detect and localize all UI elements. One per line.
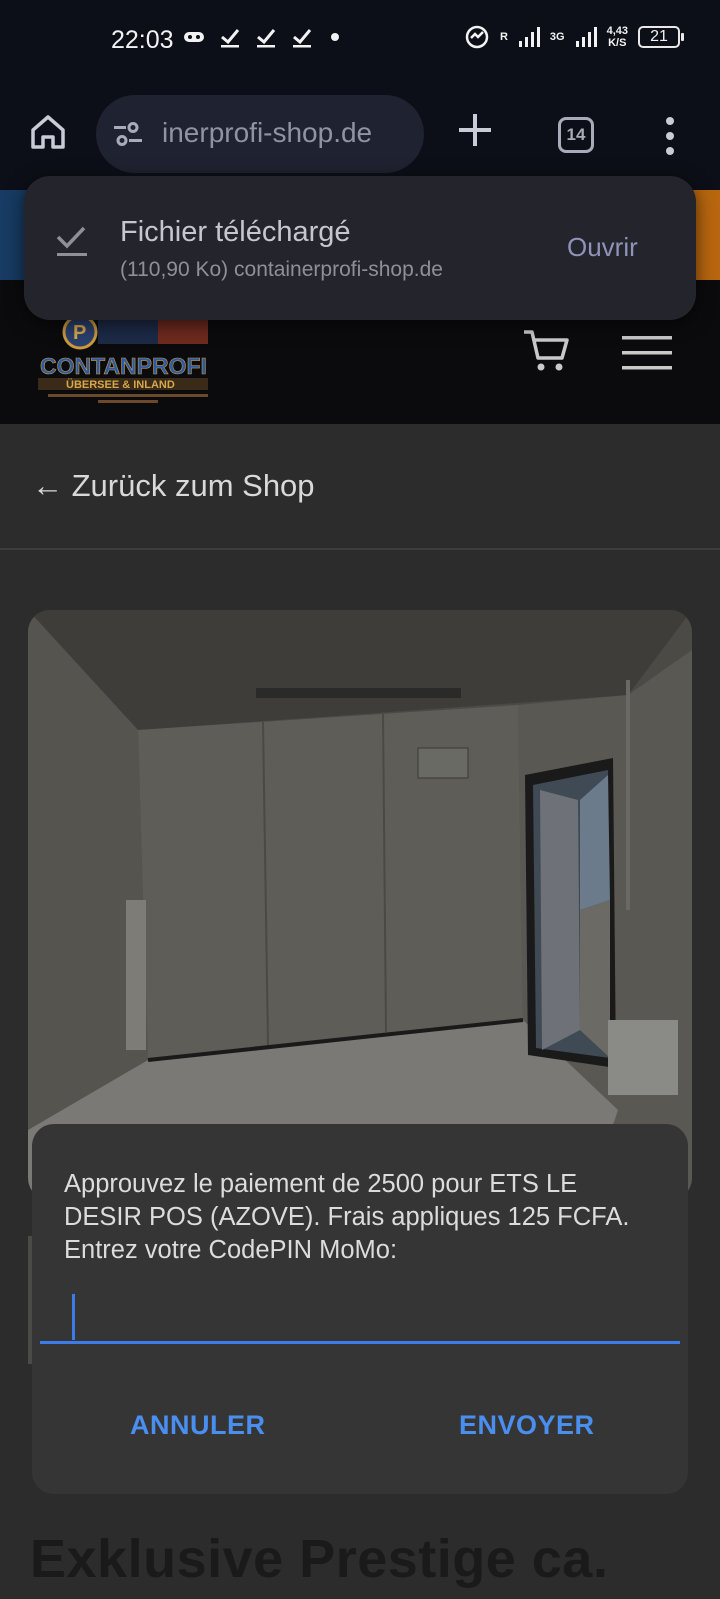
pin-input[interactable] <box>40 1288 680 1344</box>
svg-text:P: P <box>73 322 86 344</box>
gamepad-icon <box>184 32 204 42</box>
status-bar: 22:03 R 3G 4,43 K/S 21 <box>0 0 720 80</box>
data-saver-icon <box>465 25 489 49</box>
network-3g-label: 3G <box>549 31 565 43</box>
network-speed: 4,43 K/S <box>607 25 628 49</box>
browser-toolbar: inerprofi-shop.de 14 <box>0 80 720 190</box>
payment-pin-dialog: Approuvez le paiement de 2500 pour ETS L… <box>32 1124 688 1494</box>
text-cursor <box>72 1294 75 1340</box>
more-menu-icon[interactable] <box>665 116 675 156</box>
cancel-button[interactable]: ANNULER <box>130 1410 266 1441</box>
signal-icon <box>575 27 597 47</box>
network-speed-unit: K/S <box>608 37 627 49</box>
open-download-button[interactable]: Ouvrir <box>567 232 638 263</box>
plus-icon[interactable] <box>455 110 495 150</box>
cart-icon[interactable] <box>522 326 570 374</box>
logo-subtext: ÜBERSEE & INLAND <box>66 378 175 391</box>
product-image[interactable] <box>28 610 692 1200</box>
home-icon[interactable] <box>28 112 68 152</box>
signal-r-label: R <box>499 31 508 43</box>
hamburger-menu-icon[interactable] <box>622 336 672 370</box>
back-to-shop-link[interactable]: ← Zurück zum Shop <box>32 468 315 504</box>
status-time: 22:03 <box>111 26 174 54</box>
check-icon <box>257 29 276 48</box>
dialog-message: Approuvez le paiement de 2500 pour ETS L… <box>64 1170 630 1264</box>
download-snackbar: Fichier téléchargé (110,90 Ko) container… <box>24 176 696 320</box>
signal-icon <box>518 27 540 47</box>
system-icons: R 3G 4,43 K/S 21 <box>464 24 684 50</box>
site-settings-icon[interactable] <box>112 119 144 149</box>
tab-switcher-button[interactable]: 14 <box>558 117 594 153</box>
network-speed-value: 4,43 <box>606 25 628 37</box>
logo-wordmark: CONTANPROFI <box>40 353 207 379</box>
send-button[interactable]: ENVOYER <box>459 1410 595 1441</box>
check-icon <box>293 29 312 48</box>
dot-icon <box>331 33 339 41</box>
url-bar[interactable]: inerprofi-shop.de <box>96 95 424 173</box>
download-complete-icon <box>56 226 87 256</box>
check-icon <box>221 29 240 48</box>
snackbar-title: Fichier téléchargé <box>120 216 351 248</box>
divider <box>0 548 720 550</box>
snackbar-subtitle: (110,90 Ko) containerprofi-shop.de <box>120 258 443 281</box>
site-logo[interactable]: P CONTANPROFI ÜBERSEE & INLAND <box>38 314 218 410</box>
battery-indicator: 21 <box>638 26 684 48</box>
url-text[interactable]: inerprofi-shop.de <box>162 117 372 149</box>
product-title: Exklusive Prestige ca. <box>30 1529 609 1589</box>
notification-icons <box>183 26 343 48</box>
